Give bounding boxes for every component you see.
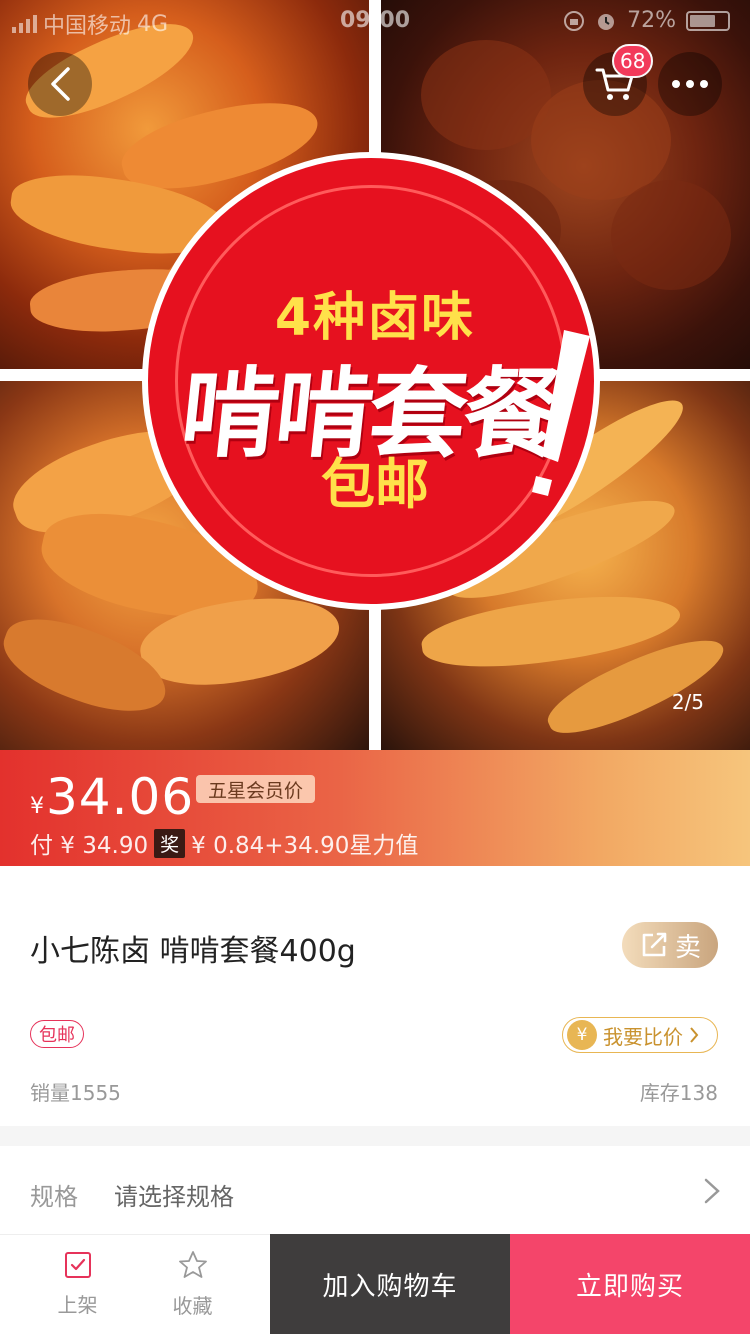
pay-line: 付 ¥ 34.90 奖 ¥ 0.84+34.90星力值 (30, 826, 418, 860)
back-button[interactable] (28, 52, 92, 116)
star-icon (178, 1250, 207, 1278)
compare-price-button[interactable]: ¥ 我要比价 (562, 1017, 718, 1053)
coin-icon: ¥ (567, 1020, 597, 1050)
cart-count-badge: 68 (612, 44, 654, 78)
sell-label: 卖 (674, 932, 701, 963)
status-bar: 中国移动 4G 09:00 72% (0, 0, 750, 40)
product-detail-page: 4种卤味 啃啃套餐 包邮 2/5 中国移动 4G 09:00 72% 68 ¥ … (0, 0, 750, 1334)
spec-selector-row[interactable] (0, 1146, 750, 1236)
orientation-lock-icon (564, 10, 585, 31)
product-image-carousel[interactable]: 4种卤味 啃啃套餐 包邮 2/5 (0, 0, 750, 750)
alarm-icon (598, 13, 615, 30)
promo-badge-line3: 包邮 (321, 453, 429, 516)
chevron-right-icon (690, 1027, 699, 1043)
add-to-cart-button[interactable]: 加入购物车 (270, 1234, 510, 1334)
spec-placeholder[interactable]: 请选择规格 (114, 1177, 234, 1212)
member-price-tag: 五星会员价 (196, 775, 316, 803)
pay-amount: 付 ¥ 34.90 (30, 833, 149, 859)
battery-icon (686, 10, 730, 31)
chevron-left-icon (51, 67, 70, 101)
share-icon (642, 932, 667, 957)
checkbox-icon (64, 1251, 91, 1278)
product-title: 小七陈卤 啃啃套餐400g (30, 934, 356, 969)
free-shipping-tag: 包邮 (30, 1020, 84, 1048)
exclamation-icon (532, 330, 590, 496)
member-price: 34.06 (46, 768, 195, 826)
reward-badge: 奖 (154, 828, 186, 858)
reward-text: ¥ 0.84+34.90星力值 (191, 833, 419, 859)
favorite-label: 收藏 (172, 1293, 213, 1318)
sales-count: 销量1555 (30, 1081, 121, 1105)
sell-button[interactable]: 卖 (622, 922, 718, 968)
spec-label: 规格 (30, 1183, 78, 1211)
image-index: 2/5 (671, 690, 704, 714)
shelf-button[interactable]: 上架 (20, 1234, 135, 1334)
more-button[interactable] (658, 52, 722, 116)
compare-label: 我要比价 (603, 1024, 683, 1049)
currency-symbol: ¥ (30, 794, 44, 819)
shelf-label: 上架 (57, 1292, 98, 1317)
favorite-button[interactable]: 收藏 (135, 1234, 250, 1334)
battery-percent: 72% (627, 8, 676, 33)
chevron-right-icon[interactable] (700, 1178, 724, 1204)
stock-count: 库存138 (639, 1081, 718, 1105)
buy-now-button[interactable]: 立即购买 (510, 1234, 750, 1334)
more-dots-icon (672, 80, 680, 88)
